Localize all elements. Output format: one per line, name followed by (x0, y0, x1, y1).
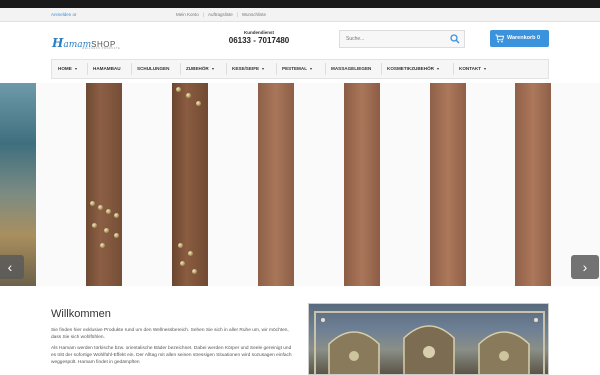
caret-down-icon (211, 67, 214, 70)
chevron-left-icon: ‹ (7, 259, 13, 275)
login-link[interactable]: Anmelden (51, 12, 71, 17)
wishlist-link[interactable]: Wunschliste (242, 12, 266, 17)
main-nav: HOME HAMAMBAU SCHULUNGEN ZUBEHÖR KESE/SE… (51, 59, 549, 79)
logo-tagline: WELLNESS PRODUKTE (82, 47, 121, 50)
slider-next-button[interactable]: › (571, 255, 599, 279)
nav-separator (226, 63, 227, 75)
account-links: Mein Konto | Auftragsliste | Wunschliste (176, 12, 266, 17)
nav-separator (276, 63, 277, 75)
nav-item-kese-seife[interactable]: KESE/SEIFE (232, 60, 265, 78)
nav-item-schulungen[interactable]: SCHULUNGEN (137, 60, 169, 78)
cart-button[interactable]: Warenkorb 0 (490, 30, 549, 47)
nav-item-kontakt[interactable]: KONTAKT (459, 60, 487, 78)
nav-item-home[interactable]: HOME (58, 60, 77, 78)
login-suffix: or (72, 12, 77, 17)
door-panel-2 (172, 83, 208, 286)
utility-bar: Anmelden or Mein Konto | Auftragsliste | Wun… (0, 8, 600, 22)
door-panel-3 (258, 83, 294, 286)
chevron-right-icon: › (582, 259, 588, 275)
my-account-link[interactable]: Mein Konto (176, 12, 199, 17)
nav-item-kosmetikzubehoer[interactable]: KOSMETIKZUBEHÖR (387, 60, 439, 78)
top-bar (0, 0, 600, 8)
nav-separator (87, 63, 88, 75)
link-separator: | (202, 12, 204, 17)
nav-item-hamambau[interactable]: HAMAMBAU (93, 60, 121, 78)
caret-down-icon (310, 67, 313, 70)
nav-separator (325, 63, 326, 75)
nav-item-pestemal[interactable]: PESTEMAL (282, 60, 313, 78)
caret-down-icon (484, 67, 487, 70)
service-label: Kundendienst (244, 30, 274, 35)
hamam-relief-image (308, 303, 549, 375)
cart-label: Warenkorb 0 (507, 35, 541, 41)
search-input[interactable] (340, 31, 448, 47)
order-list-link[interactable]: Auftragsliste (208, 12, 233, 17)
login-area: Anmelden or (51, 12, 77, 17)
nav-separator (180, 63, 181, 75)
door-panel-4 (344, 83, 380, 286)
nav-separator (453, 63, 454, 75)
cart-icon (495, 34, 504, 43)
intro-paragraph: Sie finden hier exklusive Produkte rund … (51, 328, 289, 340)
caret-down-icon (436, 67, 439, 70)
welcome-section: Willkommen Sie finden hier exklusive Pro… (0, 286, 600, 375)
link-separator: | (236, 12, 238, 17)
caret-down-icon (74, 67, 77, 70)
search-box (339, 30, 465, 48)
door-panel-1 (86, 83, 122, 286)
relief-artwork (314, 311, 545, 374)
hero-slider: ‹ › (0, 83, 600, 286)
door-panel-5 (430, 83, 466, 286)
service-phone[interactable]: 06133 - 7017480 (224, 36, 294, 45)
nav-item-massageliegen[interactable]: MASSAGELIEGEN (331, 60, 371, 78)
nav-separator (131, 63, 132, 75)
site-header: HamamSHOP WELLNESS PRODUKTE Kundendienst… (0, 22, 600, 56)
nav-item-zubehoer[interactable]: ZUBEHÖR (186, 60, 214, 78)
caret-down-icon (262, 67, 265, 70)
door-panel-6 (515, 83, 551, 286)
welcome-title: Willkommen (51, 308, 111, 320)
nav-separator (381, 63, 382, 75)
intro-paragraph: Als Hamam werden türkische bzw. oriental… (51, 346, 292, 365)
slider-prev-button[interactable]: ‹ (0, 255, 24, 279)
customer-service: Kundendienst 06133 - 7017480 (224, 30, 294, 45)
search-icon[interactable] (450, 34, 460, 44)
welcome-text: Sie finden hier exklusive Produkte rund … (51, 327, 294, 370)
